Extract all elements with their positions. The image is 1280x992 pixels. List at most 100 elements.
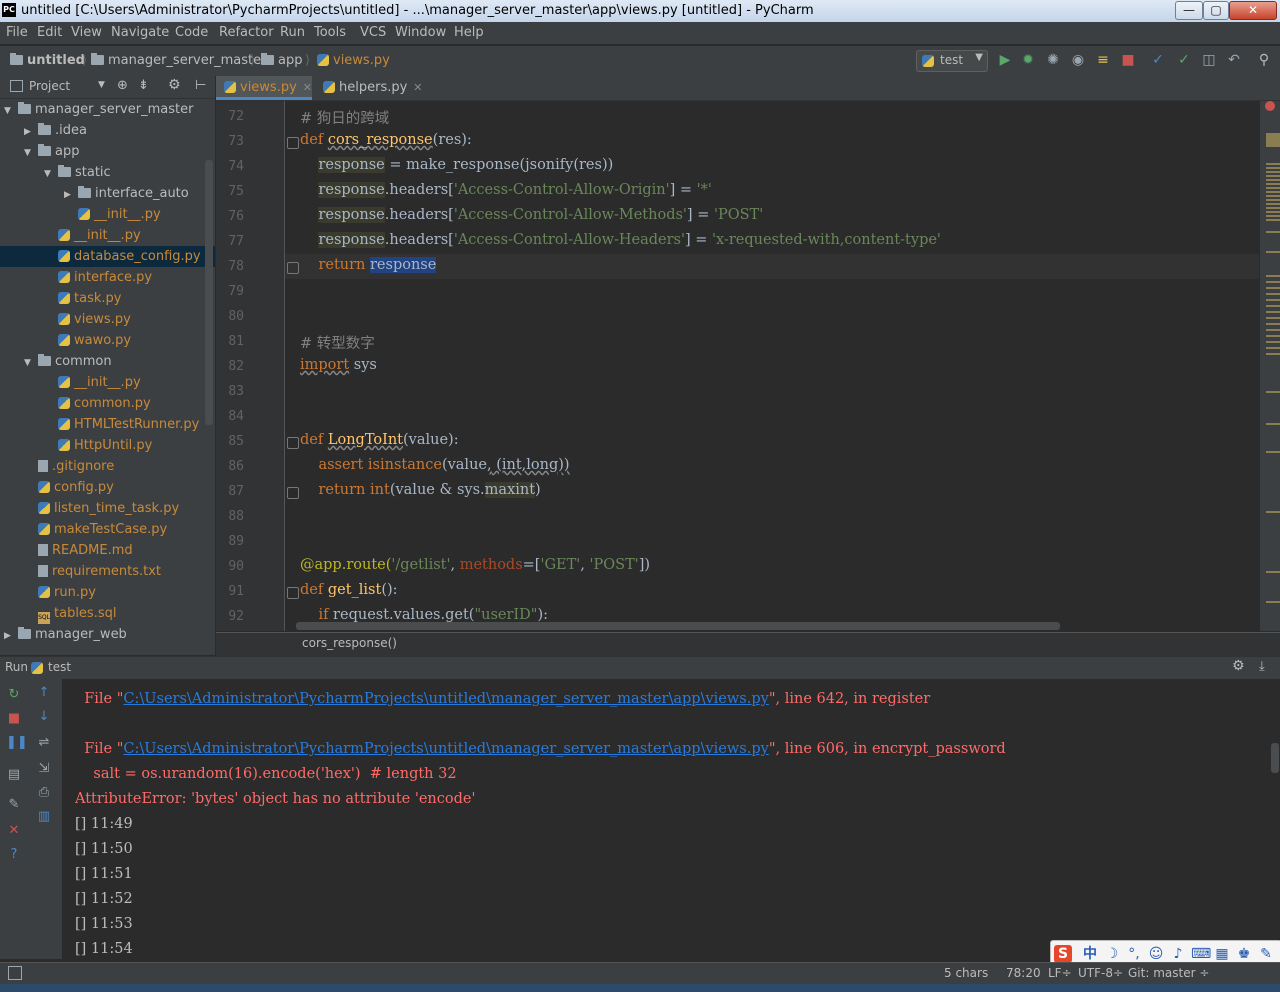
chevron-right-icon[interactable]: ▶ — [4, 626, 14, 647]
gear-icon[interactable]: ⚙ — [168, 77, 181, 93]
code-line[interactable]: return response — [300, 257, 437, 273]
menu-navigate[interactable]: Navigate — [111, 25, 169, 40]
warning-mark[interactable] — [1266, 251, 1280, 253]
tree-item[interactable]: task.py — [0, 288, 215, 309]
code-editor[interactable]: 72 73 74 75 76 77 78 79 80 81 82 83 84 85 86 87 88 89 90 91… — [216, 101, 1259, 631]
toolbox-icon[interactable]: ▦ — [1213, 945, 1231, 963]
tree-item[interactable]: ▶ .idea — [0, 120, 215, 141]
wrench-icon[interactable]: ✎ — [1257, 945, 1275, 963]
print-icon[interactable]: ⎙ — [36, 785, 52, 801]
chevron-down-icon[interactable]: ▼ — [44, 164, 54, 185]
stop-icon[interactable]: ■ — [1119, 51, 1137, 69]
tree-item[interactable]: database_config.py — [0, 246, 215, 267]
fold-marker-icon[interactable] — [287, 262, 299, 274]
chevron-down-icon[interactable]: ▼ — [4, 101, 14, 122]
trash-icon[interactable]: ▥ — [36, 809, 52, 825]
scroll-down-icon[interactable]: ↓ — [36, 709, 52, 725]
menu-refactor[interactable]: Refactor — [219, 25, 274, 40]
code-line[interactable]: return int(value & sys.maxint) — [300, 482, 541, 498]
chevron-right-icon[interactable]: ▶ — [24, 122, 34, 143]
project-view-selector[interactable]: Project — [29, 79, 70, 93]
menu-vcs[interactable]: VCS — [360, 25, 386, 40]
moon-icon[interactable]: ☽ — [1103, 945, 1121, 963]
tree-item[interactable]: wawo.py — [0, 330, 215, 351]
code-line[interactable]: import sys — [300, 357, 377, 373]
fold-marker-icon[interactable] — [287, 487, 299, 499]
tab-helpers-py[interactable]: helpers.py ✕ — [315, 76, 429, 100]
warning-mark[interactable] — [1266, 391, 1280, 393]
code-line[interactable]: response.headers['Access-Control-Allow-M… — [300, 207, 763, 223]
chevron-down-icon[interactable]: ▼ — [24, 353, 34, 374]
layout-icon[interactable]: ▤ — [6, 767, 22, 783]
pin-icon[interactable]: ✎ — [6, 797, 22, 813]
tree-item[interactable]: listen_time_task.py — [0, 498, 215, 519]
tree-item[interactable]: ▶ manager_web — [0, 624, 215, 645]
vcs-update-icon[interactable]: ✓ — [1149, 51, 1167, 69]
tree-item[interactable]: views.py — [0, 309, 215, 330]
console-scrollbar[interactable] — [1271, 743, 1279, 773]
chevron-down-icon[interactable]: ▼ — [98, 80, 105, 90]
tree-item[interactable]: interface.py — [0, 267, 215, 288]
code-line[interactable]: def LongToInt(value): — [300, 432, 459, 448]
breadcrumb-module[interactable]: manager_server_master — [91, 53, 266, 68]
tree-item[interactable]: ▶ interface_auto — [0, 183, 215, 204]
fold-marker-icon[interactable] — [287, 137, 299, 149]
vcs-history-icon[interactable]: ◫ — [1200, 51, 1218, 69]
file-link[interactable]: C:\Users\Administrator\PycharmProjects\u… — [123, 741, 768, 757]
minimize-button[interactable]: — — [1175, 1, 1203, 20]
punctuation-icon[interactable]: °, — [1125, 945, 1143, 963]
fold-marker-icon[interactable] — [287, 587, 299, 599]
tree-item[interactable]: SQL tables.sql — [0, 603, 215, 624]
tree-item[interactable]: ▼ manager_server_master — [0, 99, 215, 120]
sogou-logo-icon[interactable]: S — [1054, 945, 1072, 963]
help-icon[interactable]: ? — [6, 847, 22, 863]
code-line[interactable]: response = make_response(jsonify(res)) — [300, 157, 613, 173]
tree-item[interactable]: __init__.py — [0, 372, 215, 393]
file-encoding[interactable]: UTF-8÷ — [1078, 966, 1123, 980]
tree-item[interactable]: requirements.txt — [0, 561, 215, 582]
breadcrumb-function[interactable]: cors_response() — [302, 636, 397, 650]
gear-icon[interactable]: ⚙ — [1232, 658, 1245, 674]
warning-mark[interactable] — [1266, 163, 1280, 223]
breadcrumb-project[interactable]: untitled — [10, 53, 85, 68]
ime-mode-toggle[interactable]: 中 — [1081, 945, 1099, 963]
tree-item[interactable]: .gitignore — [0, 456, 215, 477]
warning-mark[interactable] — [1266, 511, 1280, 513]
warning-mark[interactable] — [1266, 571, 1280, 573]
vcs-commit-icon[interactable]: ✓ — [1175, 51, 1193, 69]
tree-item[interactable]: ▼ app — [0, 141, 215, 162]
revert-icon[interactable]: ↶ — [1225, 51, 1243, 69]
code-line[interactable]: if request.values.get("userID"): — [300, 607, 548, 623]
hide-panel-icon[interactable]: ⤓ — [1259, 659, 1265, 674]
menu-help[interactable]: Help — [454, 25, 484, 40]
skin-icon[interactable]: ♚ — [1235, 945, 1253, 963]
tree-item[interactable]: common.py — [0, 393, 215, 414]
code-line[interactable]: assert isinstance(value, (int,long)) — [300, 457, 569, 473]
menu-window[interactable]: Window — [395, 25, 446, 40]
code-line[interactable]: def get_list(): — [300, 582, 398, 598]
search-icon[interactable]: ⚲ — [1255, 51, 1273, 69]
collapse-all-icon[interactable]: ⇟ — [138, 78, 149, 93]
keyboard-icon[interactable]: ⌨ — [1191, 945, 1211, 963]
code-line[interactable]: # 狗日的跨域 — [300, 107, 389, 128]
tree-item[interactable]: __init__.py — [0, 225, 215, 246]
tree-item[interactable]: run.py — [0, 582, 215, 603]
emoji-icon[interactable]: ☺ — [1147, 945, 1165, 963]
close-icon[interactable]: ✕ — [6, 823, 22, 839]
tree-item[interactable]: HttpUntil.py — [0, 435, 215, 456]
menu-tools[interactable]: Tools — [314, 25, 346, 40]
coverage-icon[interactable]: ✺ — [1044, 51, 1062, 69]
hide-panel-icon[interactable]: ⊢ — [195, 78, 206, 93]
error-indicator-icon[interactable] — [1265, 101, 1275, 111]
close-tab-icon[interactable]: ✕ — [303, 81, 312, 94]
microphone-icon[interactable]: ♪ — [1169, 945, 1187, 963]
line-separator[interactable]: LF÷ — [1048, 966, 1072, 980]
tree-item[interactable]: makeTestCase.py — [0, 519, 215, 540]
menu-edit[interactable]: Edit — [37, 25, 62, 40]
chevron-down-icon[interactable]: ▼ — [24, 143, 34, 164]
rerun-icon[interactable]: ↻ — [6, 687, 22, 703]
tree-item[interactable]: README.md — [0, 540, 215, 561]
tree-item[interactable]: ▼ common — [0, 351, 215, 372]
scroll-up-icon[interactable]: ↑ — [36, 685, 52, 701]
concurrency-icon[interactable]: ≡ — [1094, 51, 1112, 69]
